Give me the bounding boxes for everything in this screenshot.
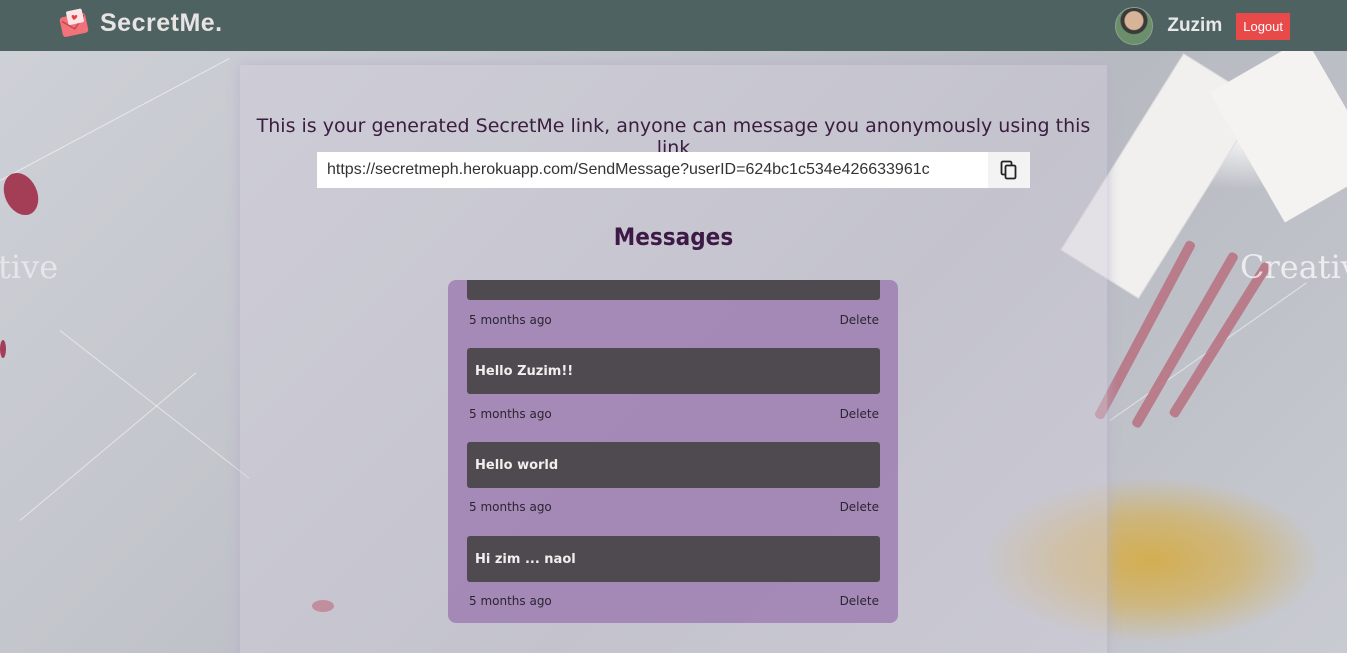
delete-message-button[interactable]: Delete [840,313,879,327]
message-meta: 5 months ago Delete [469,594,879,608]
message-meta: 5 months ago Delete [469,313,879,327]
message-text: Hello world [475,457,559,473]
username-label: Zuzim [1167,15,1223,36]
link-row [317,152,1030,188]
message-card [467,280,880,300]
messages-heading: Messages [613,223,734,251]
message-card: Hi zim ... naol [467,536,880,582]
copy-icon [1000,160,1017,180]
message-text: Hi zim ... naol [475,551,576,567]
message-meta: 5 months ago Delete [469,500,879,514]
brand-name: SecretMe. [100,8,223,37]
envelope-heart-icon [59,8,89,37]
user-area: Zuzim Logout [1115,7,1290,45]
delete-message-button[interactable]: Delete [840,407,879,421]
secret-link-field[interactable] [317,152,988,188]
message-time: 5 months ago [469,407,552,421]
top-navbar: SecretMe. Zuzim Logout [0,0,1347,51]
message-text: Hello Zuzim!! [475,363,574,379]
delete-message-button[interactable]: Delete [840,594,879,608]
delete-message-button[interactable]: Delete [840,500,879,514]
brand-logo-link[interactable]: SecretMe. [58,7,223,39]
user-avatar[interactable] [1115,7,1154,45]
message-time: 5 months ago [469,313,552,327]
message-meta: 5 months ago Delete [469,407,879,421]
message-card: Hello world [467,442,880,488]
copy-link-button[interactable] [988,152,1030,188]
messages-list[interactable]: 5 months ago Delete Hello Zuzim!! 5 mont… [448,280,898,623]
message-time: 5 months ago [469,500,552,514]
message-card: Hello Zuzim!! [467,348,880,394]
message-time: 5 months ago [469,594,552,608]
logout-button[interactable]: Logout [1236,12,1290,40]
